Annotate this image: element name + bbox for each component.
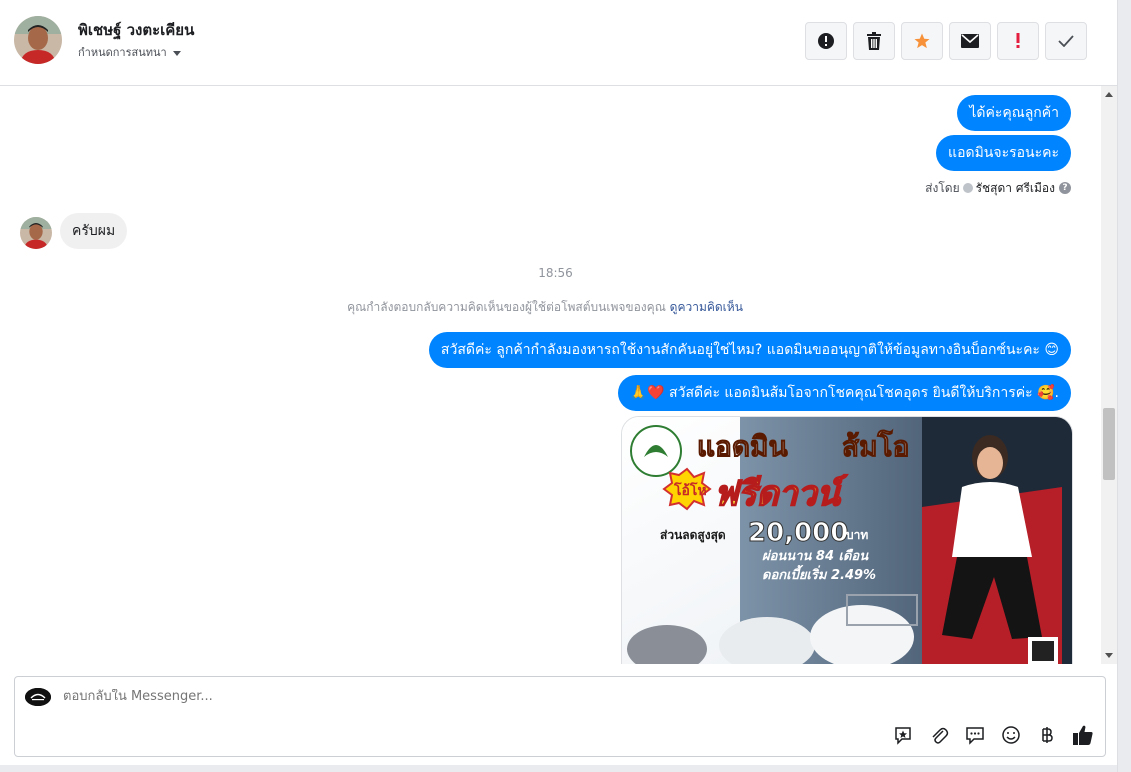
sticker-reply-button[interactable]: [891, 723, 915, 747]
thumbs-up-icon: [1073, 725, 1093, 745]
ad-discount-label: ส่วนลดสูงสุด: [660, 528, 726, 543]
sent-by-prefix: ส่งโดย: [925, 181, 960, 195]
delete-button[interactable]: [853, 22, 895, 60]
saved-reply-icon: [966, 727, 984, 745]
thread-scrollbar[interactable]: [1101, 86, 1117, 664]
notice-text: คุณกำลังตอบกลับความคิดเห็นของผู้ใช้ต่อโพ…: [347, 300, 666, 314]
envelope-icon: [961, 34, 979, 48]
star-button[interactable]: [901, 22, 943, 60]
scroll-up-icon[interactable]: [1105, 92, 1113, 97]
sent-by-info: ส่งโดย รัชสุดา ศรีเมือง?: [925, 179, 1071, 198]
message-timestamp: 18:56: [538, 266, 573, 280]
attachment-icon: [932, 727, 949, 744]
saved-reply-button[interactable]: [963, 723, 987, 747]
admin-icon: [962, 182, 973, 193]
ad-image[interactable]: แอดมิน ส้มโอ โอ้โห ฟรีดาวน์ ส่วนลดสูงสุด…: [621, 416, 1073, 664]
message-thread[interactable]: ได้ค่ะคุณลูกค้า แอดมินจะรอนะคะ ส่งโดย รัช…: [0, 86, 1101, 664]
messenger-inbox-window: พิเชษฐ์ วงตะเคียน กำหนดการสนทนา ได้ค่ะคุ…: [0, 0, 1118, 772]
ad-installment: ผ่อนนาน 84 เดือน: [762, 548, 869, 564]
message-outgoing[interactable]: สวัสดีค่ะ ลูกค้ากำลังมองหารถใช้งานสักคัน…: [428, 332, 1071, 368]
message-incoming[interactable]: ครับผม: [60, 213, 128, 249]
help-icon[interactable]: ?: [1059, 181, 1071, 194]
reply-composer: [14, 676, 1106, 757]
message-outgoing[interactable]: ได้ค่ะคุณลูกค้า: [957, 95, 1071, 131]
bottom-strip: [0, 765, 1117, 772]
payment-button[interactable]: [1035, 723, 1059, 747]
comment-reply-notice: คุณกำลังตอบกลับความคิดเห็นของผู้ใช้ต่อโพ…: [0, 298, 1090, 317]
ad-discount-unit: บาท: [846, 528, 868, 542]
check-icon: [1058, 35, 1074, 47]
exclamation-icon: [1016, 33, 1020, 48]
scrollbar-thumb[interactable]: [1103, 408, 1115, 480]
trash-icon: [867, 32, 881, 50]
message-outgoing[interactable]: แอดมินจะรอนะคะ: [936, 135, 1071, 171]
emoji-button[interactable]: [999, 723, 1023, 747]
alert-circle-icon: [818, 33, 834, 49]
attachment-button[interactable]: [927, 723, 951, 747]
scroll-down-icon[interactable]: [1105, 653, 1113, 658]
ad-badge: โอ้โห: [673, 481, 707, 499]
star-icon: [914, 33, 930, 49]
message-outgoing[interactable]: 🙏❤️ สวัสดีค่ะ แอดมินส้มโอจากโชคคุณโชคอุด…: [617, 375, 1071, 411]
conversation-header: พิเชษฐ์ วงตะเคียน กำหนดการสนทนา: [0, 0, 1117, 86]
contact-avatar[interactable]: [14, 16, 62, 64]
sent-by-name[interactable]: รัชสุดา ศรีเมือง: [976, 181, 1055, 195]
emoji-icon: [1002, 726, 1020, 744]
ad-title-2: ส้มโอ: [842, 429, 909, 463]
conversation-label-text: กำหนดการสนทนา: [78, 46, 167, 59]
page-avatar: [25, 688, 51, 706]
composer-tools: [891, 722, 1095, 748]
contact-avatar-small: [20, 217, 52, 249]
ad-discount-value: 20,000: [748, 518, 848, 548]
ad-title-1: แอดมิน: [697, 430, 788, 463]
mark-unread-button[interactable]: [949, 22, 991, 60]
view-comment-link[interactable]: ดูความคิดเห็น: [670, 300, 743, 314]
baht-icon: [1042, 727, 1053, 743]
reply-input[interactable]: [63, 689, 963, 704]
like-button[interactable]: [1071, 723, 1095, 747]
mark-done-button[interactable]: [1045, 22, 1087, 60]
ad-headline: ฟรีดาวน์: [714, 474, 848, 514]
sticker-reply-icon: [895, 727, 911, 745]
follow-up-button[interactable]: [997, 22, 1039, 60]
conversation-label-dropdown[interactable]: กำหนดการสนทนา: [78, 43, 181, 61]
mark-spam-button[interactable]: [805, 22, 847, 60]
caret-down-icon: [172, 50, 181, 56]
contact-name[interactable]: พิเชษฐ์ วงตะเคียน: [78, 18, 194, 42]
